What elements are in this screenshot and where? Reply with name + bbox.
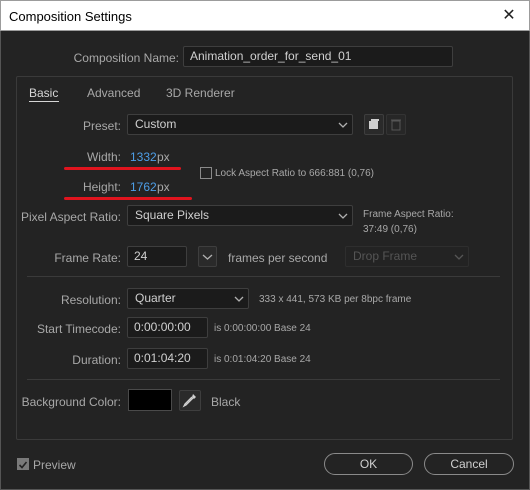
active-tab-indicator: [29, 101, 59, 102]
height-value[interactable]: 1762: [130, 180, 157, 194]
tab-3d-renderer[interactable]: 3D Renderer: [166, 86, 235, 100]
tab-advanced[interactable]: Advanced: [87, 86, 140, 100]
title-bar: Composition Settings ✕: [0, 0, 530, 31]
height-label: Height:: [82, 180, 121, 194]
composition-name-label: Composition Name:: [73, 51, 179, 65]
width-label: Width:: [86, 150, 121, 164]
duration-input[interactable]: 0:01:04:20: [127, 348, 208, 369]
chevron-down-icon: [202, 254, 213, 260]
save-preset-button[interactable]: [364, 114, 384, 135]
width-value[interactable]: 1332: [130, 150, 157, 164]
close-icon[interactable]: ✕: [499, 6, 519, 26]
preview-label: Preview: [33, 458, 76, 472]
chevron-down-icon: [338, 122, 348, 128]
delete-preset-button[interactable]: [386, 114, 406, 135]
frame-rate-dropdown-button[interactable]: [198, 246, 217, 267]
chevron-down-icon: [338, 213, 348, 219]
pixel-aspect-ratio-dropdown[interactable]: Square Pixels: [127, 205, 353, 226]
start-timecode-info: is 0:00:00:00 Base 24: [214, 323, 311, 334]
eyedropper-button[interactable]: [179, 390, 201, 411]
cancel-button[interactable]: Cancel: [424, 453, 514, 475]
frame-aspect-value: 37:49 (0,76): [363, 224, 417, 235]
composition-name-input[interactable]: Animation_order_for_send_01: [183, 46, 453, 67]
resolution-label: Resolution:: [60, 293, 121, 307]
duration-info: is 0:01:04:20 Base 24: [214, 354, 311, 365]
chevron-down-icon: [234, 296, 244, 302]
trash-icon: [391, 119, 401, 131]
annotation-underline-width: [64, 167, 181, 170]
frame-aspect-label: Frame Aspect Ratio:: [363, 209, 454, 220]
lock-aspect-checkbox[interactable]: [200, 167, 212, 179]
divider: [27, 276, 500, 277]
preset-label: Preset:: [82, 119, 121, 133]
pixel-aspect-ratio-value: Square Pixels: [135, 208, 210, 222]
ok-button[interactable]: OK: [324, 453, 413, 475]
start-timecode-input[interactable]: 0:00:00:00: [127, 317, 208, 338]
preset-value: Custom: [135, 117, 177, 131]
background-color-swatch[interactable]: [128, 389, 172, 411]
frame-rate-unit: frames per second: [228, 251, 328, 265]
frame-rate-label: Frame Rate:: [54, 251, 121, 265]
start-timecode-label: Start Timecode:: [36, 322, 121, 336]
drop-frame-dropdown[interactable]: Drop Frame: [345, 246, 469, 267]
checkmark-icon: [18, 461, 28, 469]
eyedropper-icon: [182, 394, 196, 408]
save-preset-icon: [369, 119, 379, 129]
frame-rate-input[interactable]: 24: [127, 246, 187, 267]
chevron-down-icon: [454, 254, 464, 260]
drop-frame-value: Drop Frame: [353, 249, 418, 263]
height-unit: px: [157, 180, 170, 194]
resolution-value: Quarter: [135, 291, 176, 305]
pixel-aspect-ratio-label: Pixel Aspect Ratio:: [20, 210, 121, 224]
background-color-label: Background Color:: [21, 395, 121, 409]
background-color-name: Black: [211, 395, 241, 409]
width-unit: px: [157, 150, 170, 164]
tab-basic[interactable]: Basic: [29, 86, 58, 100]
resolution-info: 333 x 441, 573 KB per 8bpc frame: [259, 294, 412, 305]
window-title: Composition Settings: [9, 9, 132, 24]
preview-checkbox[interactable]: [17, 458, 29, 470]
resolution-dropdown[interactable]: Quarter: [127, 288, 249, 309]
duration-label: Duration:: [72, 353, 121, 367]
preset-dropdown[interactable]: Custom: [127, 114, 353, 135]
lock-aspect-label: Lock Aspect Ratio to 666:881 (0,76): [215, 168, 374, 179]
divider: [27, 379, 500, 380]
annotation-underline-height: [64, 197, 192, 200]
